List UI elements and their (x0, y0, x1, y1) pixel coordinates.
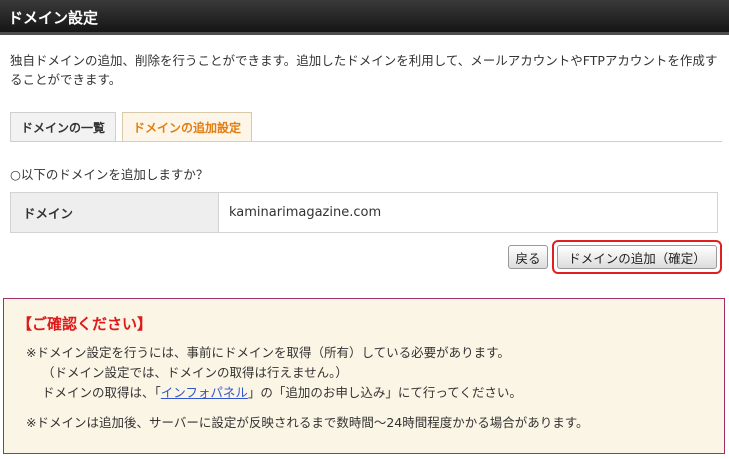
notice-box: 【ご確認ください】 ※ドメイン設定を行うには、事前にドメインを取得（所有）してい… (3, 298, 725, 454)
page-title: ドメイン設定 (8, 9, 99, 27)
notice-line-3-after: 」の「追加のお申し込み」にて行ってください。 (247, 385, 522, 400)
tab-divider (10, 141, 722, 142)
confirm-question: ○以下のドメインを追加しますか？ (10, 167, 209, 182)
domain-label: ドメイン (11, 193, 219, 232)
add-domain-confirm-button[interactable]: ドメインの追加（確定） (557, 245, 717, 269)
page-description: 独自ドメインの追加、削除を行うことができます。追加したドメインを利用して、メール… (10, 53, 718, 87)
page-header: ドメイン設定 (0, 0, 729, 35)
tab-domain-list[interactable]: ドメインの一覧 (10, 112, 116, 142)
domain-value: kaminarimagazine.com (229, 205, 382, 220)
notice-line-3: ドメインの取得は、「インフォパネル」の「追加のお申し込み」にて行ってください。 (26, 383, 589, 403)
notice-body: ※ドメイン設定を行うには、事前にドメインを取得（所有）している必要があります。 … (26, 343, 589, 433)
notice-line-2: （ドメイン設定では、ドメインの取得は行えません。） (42, 365, 348, 380)
notice-line-4: ※ドメインは追加後、サーバーに設定が反映されるまで数時間〜24時間程度かかる場合… (26, 415, 589, 430)
notice-gap (26, 403, 589, 413)
back-button[interactable]: 戻る (508, 245, 548, 269)
tab-domain-add[interactable]: ドメインの追加設定 (122, 112, 252, 142)
notice-line-1: ※ドメイン設定を行うには、事前にドメインを取得（所有）している必要があります。 (26, 345, 510, 360)
info-panel-link[interactable]: インフォパネル (161, 385, 248, 400)
notice-title: 【ご確認ください】 (17, 315, 153, 333)
notice-line-3-before: ドメインの取得は、「 (42, 385, 161, 400)
domain-table: ドメイン kaminarimagazine.com (10, 192, 718, 233)
